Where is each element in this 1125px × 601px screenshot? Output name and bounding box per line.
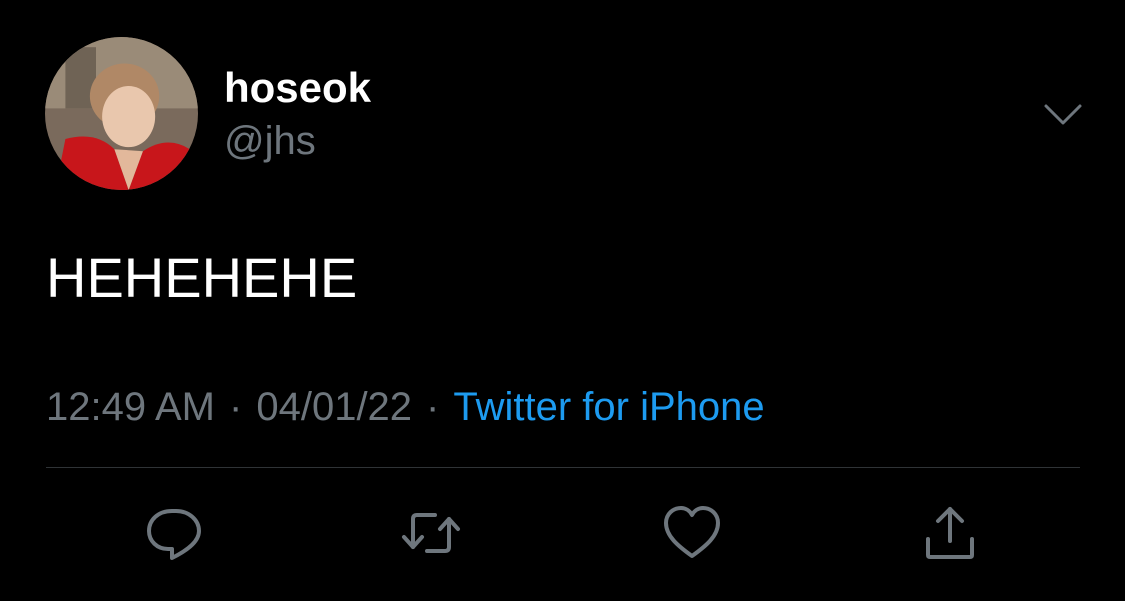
share-button[interactable]	[918, 501, 982, 565]
tweet-time: 12:49 AM	[46, 385, 216, 429]
tweet-source-link[interactable]: Twitter for iPhone	[453, 385, 764, 429]
tweet-text: HEHEHEHE	[46, 246, 358, 309]
like-button[interactable]	[660, 501, 724, 565]
avatar-photo	[45, 37, 198, 190]
meta-separator: ·	[426, 385, 440, 429]
display-name[interactable]: hoseok	[224, 62, 371, 114]
chevron-down-icon	[1044, 104, 1082, 125]
divider	[46, 467, 1080, 468]
speech-bubble-icon	[147, 509, 201, 560]
heart-icon	[664, 506, 720, 558]
meta-separator: ·	[229, 385, 243, 429]
reply-button[interactable]	[142, 501, 206, 565]
tweet-meta: 12:49 AM · 04/01/22 · Twitter for iPhone	[46, 380, 765, 434]
tweet-date: 04/01/22	[256, 385, 413, 429]
more-options-button[interactable]	[1038, 92, 1088, 138]
share-upload-icon	[926, 507, 974, 559]
user-handle[interactable]: @jhs	[224, 116, 316, 166]
retweet-arrows-icon	[402, 513, 460, 553]
retweet-button[interactable]	[399, 501, 463, 565]
avatar[interactable]	[45, 37, 198, 190]
